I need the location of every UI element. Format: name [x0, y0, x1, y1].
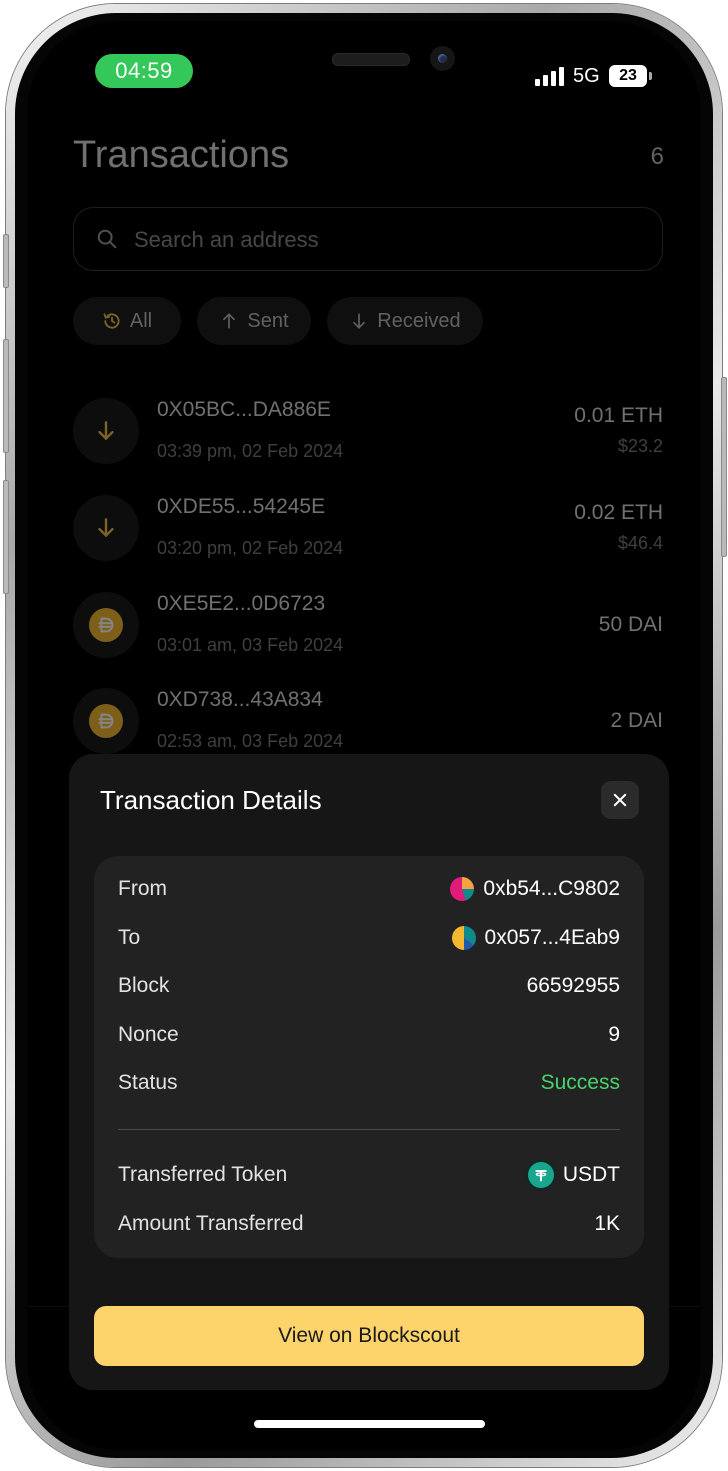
network-type: 5G	[573, 65, 600, 87]
close-icon	[613, 793, 627, 807]
detail-label: Transferred Token	[118, 1163, 288, 1186]
filter-all-label: All	[129, 309, 153, 332]
search-input[interactable]: Search an address	[73, 207, 663, 271]
detail-row-to: To 0x057...4Eab9	[118, 923, 620, 953]
detail-value: 9	[608, 1023, 620, 1046]
detail-value: 66592955	[526, 974, 620, 997]
tx-address: 0XDE55...54245E	[157, 495, 326, 518]
details-divider	[118, 1129, 620, 1130]
status-time: 04:59	[95, 54, 193, 88]
detail-row-nonce: Nonce 9	[118, 1020, 620, 1050]
tx-icon-circle	[73, 592, 139, 658]
filter-sent-label: Sent	[247, 309, 289, 332]
dai-icon	[89, 608, 123, 642]
detail-value[interactable]: 0x057...4Eab9	[451, 926, 620, 950]
dai-icon	[89, 704, 123, 738]
search-icon	[97, 229, 117, 249]
detail-label: Nonce	[118, 1023, 179, 1046]
transaction-row[interactable]: 0XDE55...54245E 03:20 pm, 02 Feb 2024 0.…	[73, 495, 663, 575]
detail-label: To	[118, 926, 141, 949]
transaction-count: 6	[650, 143, 664, 170]
tx-icon-circle	[73, 688, 139, 754]
tx-amount: 2 DAI	[610, 709, 663, 732]
tx-time: 03:01 am, 03 Feb 2024	[157, 635, 344, 655]
detail-label: Status	[118, 1071, 178, 1094]
detail-row-block: Block 66592955	[118, 971, 620, 1001]
screen: 04:59 5G 23 Transactions 6 Search an add…	[27, 21, 701, 1450]
tx-amount: 0.01 ETH	[574, 404, 663, 427]
detail-label: Block	[118, 974, 170, 997]
token-name: USDT	[562, 1163, 620, 1186]
page-title: Transactions	[73, 134, 290, 176]
detail-value[interactable]: 0xb54...C9802	[450, 877, 620, 901]
usdt-icon	[527, 1162, 554, 1188]
detail-row-amount: Amount Transferred 1K	[118, 1209, 620, 1239]
detail-label: From	[118, 877, 167, 900]
arrow-down-icon	[353, 313, 366, 329]
tx-usd: $46.4	[617, 533, 663, 553]
status-badge: Success	[540, 1071, 620, 1094]
from-address: 0xb54...C9802	[483, 877, 620, 900]
tx-time: 03:39 pm, 02 Feb 2024	[157, 441, 344, 461]
device-frame: 04:59 5G 23 Transactions 6 Search an add…	[3, 4, 727, 1467]
detail-row-token: Transferred Token USDT	[118, 1160, 620, 1190]
detail-row-status: Status Success	[118, 1068, 620, 1098]
arrow-down-icon	[98, 421, 114, 441]
action-button	[3, 234, 9, 288]
volume-up-button	[3, 339, 9, 453]
transaction-details-sheet: Transaction Details From 0xb54...C9802 T…	[69, 754, 669, 1390]
sheet-title: Transaction Details	[100, 785, 322, 815]
tx-usd: $23.2	[617, 436, 663, 456]
detail-label: Amount Transferred	[118, 1212, 304, 1235]
filter-sent[interactable]: Sent	[197, 297, 311, 345]
tx-address: 0XD738...43A834	[157, 688, 323, 711]
detail-row-from: From 0xb54...C9802	[118, 874, 620, 904]
filter-received[interactable]: Received	[327, 297, 483, 345]
tx-time: 02:53 am, 03 Feb 2024	[157, 731, 344, 751]
home-indicator[interactable]	[254, 1420, 485, 1428]
tx-icon-circle	[73, 398, 139, 464]
tx-amount: 0.02 ETH	[574, 501, 663, 524]
search-placeholder: Search an address	[134, 227, 319, 252]
view-on-blockscout-button[interactable]: View on Blockscout	[94, 1306, 644, 1366]
tx-time: 03:20 pm, 02 Feb 2024	[157, 538, 344, 558]
tx-address: 0X05BC...DA886E	[157, 398, 331, 421]
filter-all[interactable]: All	[73, 297, 181, 345]
power-button	[721, 377, 727, 557]
transaction-row[interactable]: 0X05BC...DA886E 03:39 pm, 02 Feb 2024 0.…	[73, 398, 663, 478]
transaction-row[interactable]: 0XE5E2...0D6723 03:01 am, 03 Feb 2024 50…	[73, 592, 663, 672]
arrow-down-icon	[98, 518, 114, 538]
to-address: 0x057...4Eab9	[484, 926, 620, 949]
from-avatar-icon	[450, 877, 475, 901]
battery-icon: 23	[609, 65, 647, 87]
history-icon	[103, 313, 120, 329]
arrow-up-icon	[223, 313, 236, 329]
front-camera	[430, 46, 455, 71]
to-avatar-icon	[451, 926, 476, 950]
detail-value: USDT	[527, 1162, 620, 1188]
filter-received-label: Received	[377, 309, 461, 332]
battery-tip	[649, 72, 652, 80]
details-card: From 0xb54...C9802 To 0x057...4Eab9 Bloc…	[94, 856, 644, 1258]
close-button[interactable]	[601, 781, 639, 819]
speaker	[332, 53, 410, 66]
tx-icon-circle	[73, 495, 139, 561]
tx-address: 0XE5E2...0D6723	[157, 592, 326, 615]
tx-amount: 50 DAI	[598, 613, 663, 636]
detail-value: 1K	[594, 1212, 620, 1235]
signal-icon	[535, 66, 565, 86]
volume-down-button	[3, 480, 9, 594]
